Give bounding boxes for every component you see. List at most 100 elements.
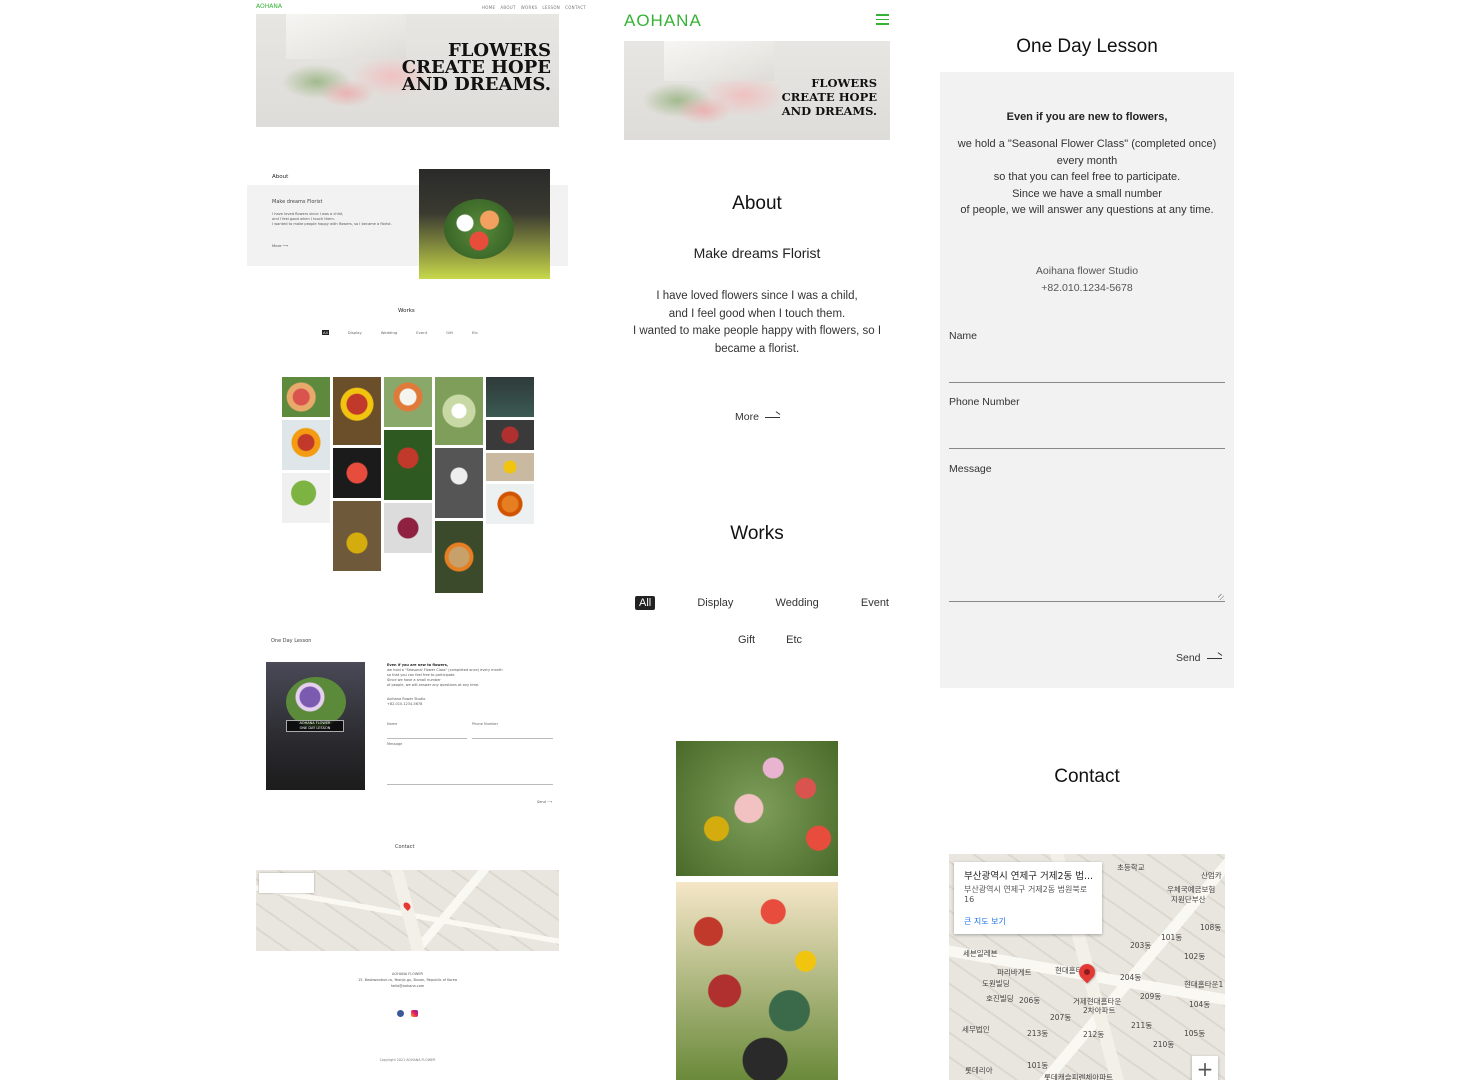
mobile-works-tabs-row2: Gift Etc — [738, 634, 802, 646]
map-card-address: 부산광역시 연제구 거제2동 법원북로 16 — [964, 885, 1088, 904]
map-label: 파리바게트 — [997, 968, 1032, 977]
desktop-about-subtitle: Make dreams Florist — [272, 199, 323, 205]
desktop-works-tabs: All Display Wedding Event Gift Etc — [322, 330, 478, 335]
mobile-logo[interactable]: AOHANA — [624, 11, 702, 31]
desktop-map-card — [259, 873, 314, 893]
gallery-tile[interactable] — [485, 452, 535, 482]
map-label: 롯데리아 — [965, 1066, 993, 1075]
map-label: 210동 — [1153, 1040, 1175, 1049]
send-button[interactable]: Send — [1176, 651, 1222, 664]
instagram-icon[interactable] — [411, 1010, 418, 1017]
gallery-tile[interactable] — [434, 520, 484, 594]
desktop-hero-text: FLOWERS CREATE HOPE AND DREAMS. — [401, 41, 551, 96]
map-label: 209동 — [1140, 992, 1162, 1001]
desktop-about-photo — [419, 169, 550, 279]
desktop-works-gallery — [281, 376, 536, 596]
lesson-line: we hold a "Seasonal Flower Class" (compl… — [957, 138, 1217, 150]
gallery-tile[interactable] — [485, 483, 535, 525]
phone-input[interactable] — [949, 424, 1225, 449]
desktop-name-field[interactable]: Name — [387, 722, 467, 739]
desktop-send-button[interactable]: Send ⟶ — [537, 800, 552, 804]
mobile-tab-wedding[interactable]: Wedding — [776, 597, 819, 609]
desktop-logo[interactable]: AOHANA — [256, 3, 282, 10]
contact-map[interactable]: 부산광역시 연제구 거제2동 법... 부산광역시 연제구 거제2동 법원북로 … — [949, 854, 1225, 1080]
resize-handle-icon[interactable] — [1218, 594, 1224, 600]
nav-lesson[interactable]: LESSON — [542, 5, 560, 10]
desktop-message-field[interactable]: Message — [387, 742, 553, 785]
gallery-tile[interactable] — [281, 419, 331, 471]
gallery-tile[interactable] — [383, 429, 433, 501]
book-decoration — [286, 14, 406, 59]
gallery-tile[interactable] — [383, 502, 433, 554]
hero-line-1: FLOWERS — [811, 76, 877, 90]
mobile-tab-etc[interactable]: Etc — [786, 634, 802, 646]
name-input[interactable] — [949, 358, 1225, 383]
mobile-about-subtitle: Make dreams Florist — [693, 245, 821, 261]
desktop-about-body: I have loved flowers since I was a child… — [272, 212, 392, 227]
hero-line-2: CREATE HOPE — [781, 90, 877, 104]
mobile-more-link[interactable]: More — [735, 410, 781, 423]
gallery-tile[interactable] — [281, 376, 331, 418]
arrow-right-icon — [1206, 651, 1222, 659]
mobile-tab-display[interactable]: Display — [697, 597, 733, 609]
mobile-hero-image: FLOWERS CREATE HOPE AND DREAMS. — [624, 41, 890, 140]
desktop-map[interactable] — [256, 870, 559, 951]
map-label: 204동 — [1120, 973, 1142, 982]
mobile-works-tabs-row1: All Display Wedding Event — [635, 596, 889, 610]
gallery-tile[interactable] — [332, 500, 382, 572]
facebook-icon[interactable] — [397, 1010, 404, 1017]
hero-line-3: AND DREAMS. — [401, 74, 551, 96]
lesson-badge: AOHANA FLOWER ONE DAY LESSON — [286, 720, 344, 732]
map-label: 지원단부산 — [1171, 895, 1206, 904]
hamburger-menu-icon[interactable] — [876, 14, 889, 25]
desktop-phone-field[interactable]: Phone Number — [472, 722, 553, 739]
mobile-tab-all[interactable]: All — [635, 596, 656, 610]
zoom-in-button[interactable]: + — [1192, 1056, 1218, 1080]
works-photo-1[interactable] — [676, 741, 838, 876]
map-pin-icon — [402, 901, 412, 911]
map-large-view-link[interactable]: 큰 지도 보기 — [964, 916, 1006, 927]
mobile-hero-text: FLOWERS CREATE HOPE AND DREAMS. — [782, 76, 877, 118]
gallery-tile[interactable] — [434, 447, 484, 519]
map-label: 212동 — [1083, 1030, 1105, 1039]
mobile-tab-gift[interactable]: Gift — [738, 634, 755, 646]
desktop-tab-all[interactable]: All — [322, 330, 329, 335]
nav-home[interactable]: HOME — [482, 5, 495, 10]
map-label: 현대홈타운1 — [1184, 980, 1224, 989]
map-label: 세무법인 — [962, 1025, 990, 1034]
desktop-preview: AOHANA HOME ABOUT WORKS LESSON CONTACT F… — [247, 0, 586, 1080]
desktop-tab-etc[interactable]: Etc — [472, 330, 478, 335]
nav-about[interactable]: ABOUT — [500, 5, 515, 10]
bouquet-shape — [444, 199, 514, 259]
gallery-tile[interactable] — [383, 376, 433, 428]
desktop-hero-image: FLOWERS CREATE HOPE AND DREAMS. — [256, 14, 559, 127]
message-textarea[interactable] — [949, 482, 1225, 602]
gallery-tile[interactable] — [281, 472, 331, 524]
works-photo-2[interactable] — [676, 882, 838, 1080]
map-label: 101동 — [1161, 933, 1183, 942]
gallery-tile[interactable] — [434, 376, 484, 446]
desktop-tab-event[interactable]: Event — [416, 330, 427, 335]
desktop-tab-display[interactable]: Display — [348, 330, 362, 335]
desktop-lesson-title: One Day Lesson — [271, 638, 312, 644]
about-line: I wanted to make people happy with flowe… — [272, 222, 392, 226]
nav-works[interactable]: WORKS — [521, 5, 538, 10]
map-label: 세븐일레븐 — [963, 949, 998, 958]
lesson-contact-preview: One Day Lesson Even if you are new to fl… — [940, 0, 1234, 1080]
gallery-tile[interactable] — [332, 447, 382, 499]
about-line: I have loved flowers since I was a child… — [656, 290, 858, 302]
desktop-tab-gift[interactable]: Gift — [446, 330, 453, 335]
mobile-tab-event[interactable]: Event — [861, 597, 889, 609]
gallery-tile[interactable] — [485, 419, 535, 451]
gallery-tile[interactable] — [485, 376, 535, 418]
gallery-tile[interactable] — [332, 376, 382, 446]
map-label: 105동 — [1184, 1029, 1206, 1038]
lesson-lead: Even if you are new to flowers, — [1006, 111, 1168, 123]
desktop-lesson-photo: AOHANA FLOWER ONE DAY LESSON — [266, 662, 365, 790]
lesson-body: we hold a "Seasonal Flower Class" (compl… — [940, 136, 1234, 219]
map-label: 산엄카 — [1201, 871, 1222, 880]
desktop-more-link[interactable]: More ⟶ — [272, 243, 288, 248]
lesson-title: One Day Lesson — [1016, 36, 1158, 57]
nav-contact[interactable]: CONTACT — [565, 5, 586, 10]
desktop-tab-wedding[interactable]: Wedding — [381, 330, 398, 335]
